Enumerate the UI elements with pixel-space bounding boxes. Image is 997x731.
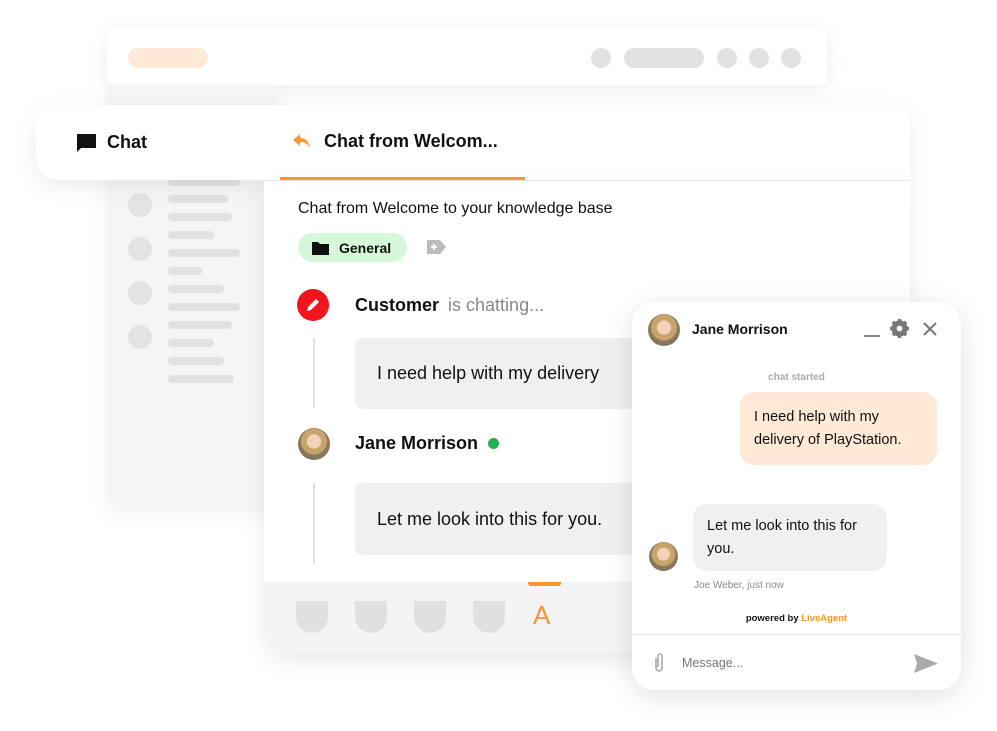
customer-name: Customer xyxy=(355,295,440,315)
agent-name: Jane Morrison xyxy=(355,433,479,453)
reply-arrow-icon xyxy=(293,134,310,148)
paperclip-icon[interactable] xyxy=(653,652,665,674)
placeholder-dot xyxy=(717,48,737,68)
text-format-button[interactable]: A xyxy=(533,600,550,631)
conversation-subject: Chat from Welcome to your knowledge base xyxy=(298,200,613,217)
thread-line xyxy=(313,483,315,563)
send-icon[interactable] xyxy=(914,654,938,673)
online-indicator xyxy=(488,438,500,449)
thread-line xyxy=(313,338,315,408)
widget-agent-avatar xyxy=(648,314,680,346)
minimize-icon[interactable] xyxy=(864,335,880,337)
chat-widget: Jane Morrison chat started I need help w… xyxy=(632,302,961,690)
customer-header: Customer is chatting... xyxy=(355,295,544,316)
message-input[interactable] xyxy=(682,650,902,676)
brand-link[interactable]: LiveAgent xyxy=(801,613,847,624)
tab-chat-label: Chat xyxy=(107,132,147,152)
toolbar-button[interactable] xyxy=(414,601,446,633)
widget-message-avatar xyxy=(649,542,678,571)
widget-agent-message: Let me look into this for you. xyxy=(693,504,887,571)
gear-icon[interactable] xyxy=(890,319,909,338)
tab-conversation-label: Chat from Welcom... xyxy=(324,130,498,151)
placeholder-dot xyxy=(749,48,769,68)
message-meta: Joe Weber, just now xyxy=(694,580,784,591)
customer-message: I need help with my delivery xyxy=(355,338,645,409)
powered-by[interactable]: powered by LiveAgent xyxy=(632,613,961,624)
placeholder-dot xyxy=(591,48,611,68)
toolbar-button[interactable] xyxy=(296,601,328,633)
toolbar-button[interactable] xyxy=(473,601,505,633)
divider xyxy=(632,634,961,635)
tab-conversation[interactable]: Chat from Welcom... xyxy=(280,105,525,180)
chat-started-label: chat started xyxy=(768,372,825,383)
close-icon[interactable] xyxy=(923,322,937,336)
placeholder-pill xyxy=(624,48,704,68)
chat-bubble-icon xyxy=(77,133,96,152)
pencil-icon xyxy=(297,289,329,321)
widget-user-message: I need help with my delivery of PlayStat… xyxy=(740,392,937,465)
tag-label: General xyxy=(339,239,392,256)
powered-by-label: powered by xyxy=(745,613,799,624)
agent-header: Jane Morrison xyxy=(355,433,500,454)
widget-agent-name: Jane Morrison xyxy=(692,321,788,337)
add-tag-icon[interactable] xyxy=(427,240,446,254)
typing-status: is chatting... xyxy=(448,295,545,315)
tab-chat[interactable]: Chat xyxy=(76,132,147,153)
tag-general[interactable]: General xyxy=(298,233,408,262)
placeholder-dot xyxy=(781,48,801,68)
toolbar-button[interactable] xyxy=(355,601,387,633)
agent-message: Let me look into this for you. xyxy=(355,483,645,555)
agent-avatar xyxy=(298,428,330,460)
placeholder-logo xyxy=(128,48,208,68)
folder-icon xyxy=(312,241,329,255)
background-window-header xyxy=(107,28,827,85)
active-tool-indicator xyxy=(528,582,561,586)
